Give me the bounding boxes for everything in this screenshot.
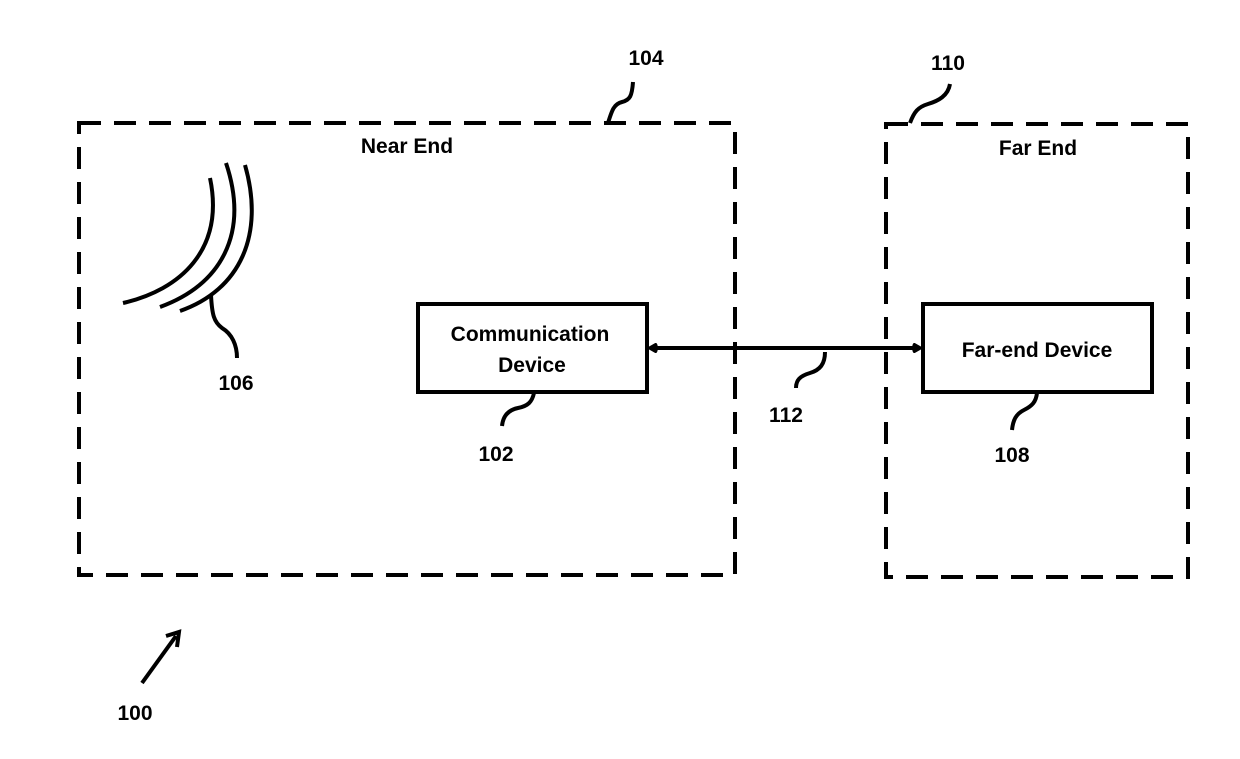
communication-device-box: Communication Device: [416, 302, 649, 394]
ref-112: 112: [769, 404, 803, 427]
ref-106: 106: [218, 372, 253, 395]
communication-device-leader-line: [500, 392, 536, 427]
system-diagram: Near End 104 Far End 110 106 Communicati…: [77, 47, 1190, 725]
communication-device-label-line1: Communication: [451, 323, 610, 346]
near-end-boundary: [77, 121, 737, 577]
far-end-device-box: Far-end Device: [921, 302, 1154, 394]
far-end-title: Far End: [999, 137, 1077, 160]
near-end-region: Near End: [77, 121, 737, 577]
sound-waves-icon: [122, 162, 254, 313]
ref-102: 102: [478, 443, 513, 466]
ref-100: 100: [117, 702, 152, 725]
ref-110: 110: [931, 52, 965, 75]
far-end-leader-line: [908, 83, 952, 124]
near-end-leader-line: [606, 81, 635, 124]
communication-device-label-line2: Device: [498, 354, 566, 377]
far-end-device-leader-line: [1010, 392, 1039, 431]
near-end-title: Near End: [361, 135, 453, 158]
sound-source-leader-line: [209, 294, 239, 359]
link-leader-line: [794, 351, 827, 389]
far-end-device-label: Far-end Device: [962, 339, 1113, 362]
ref-104: 104: [628, 47, 663, 70]
ref-108: 108: [994, 444, 1029, 467]
figure-reference-arrow: [140, 634, 178, 685]
